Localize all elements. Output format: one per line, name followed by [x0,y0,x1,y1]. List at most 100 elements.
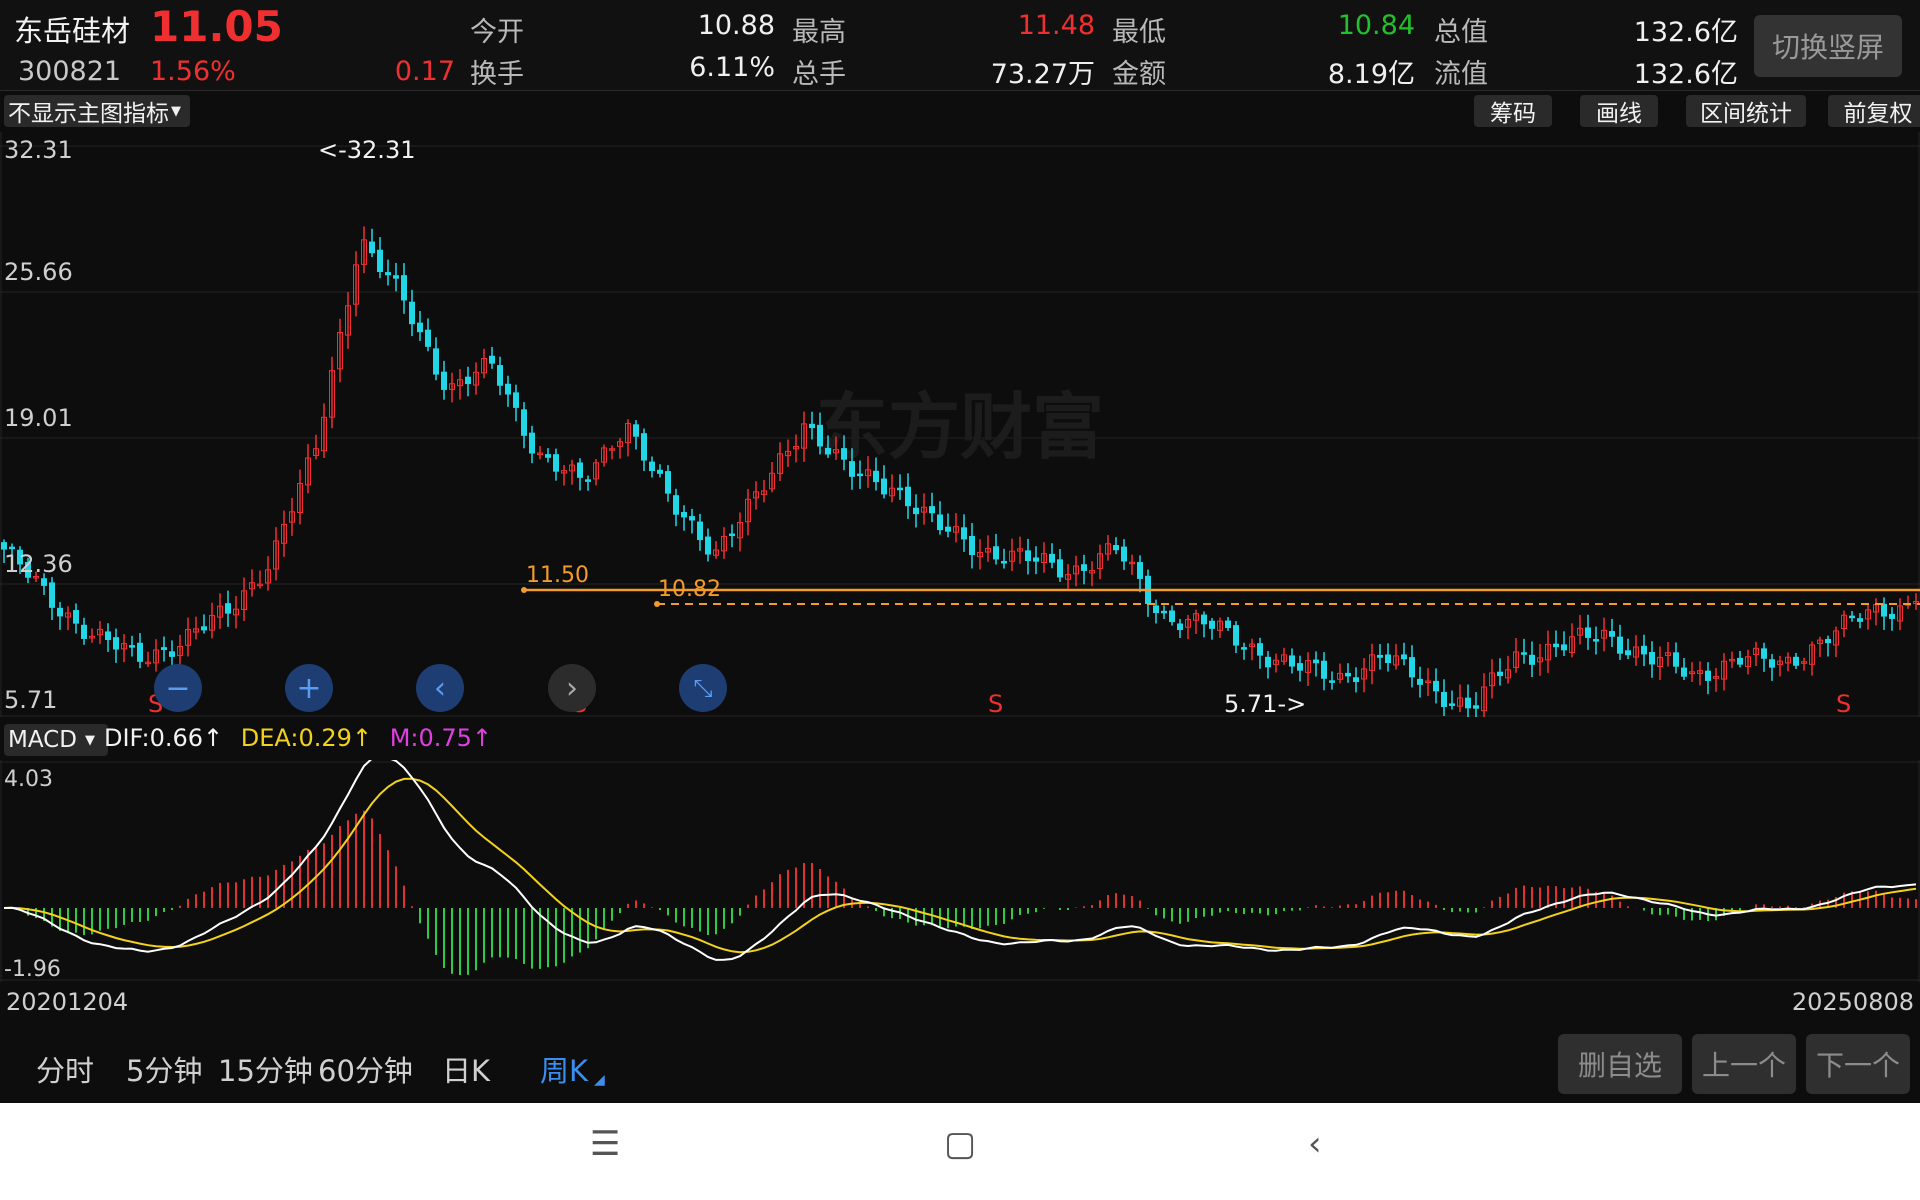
delete-watchlist-button[interactable]: 删自选 [1558,1034,1682,1094]
period-tab-15min[interactable]: 15分钟 [218,1048,313,1090]
candle-body [1673,652,1679,667]
candle-body [1737,657,1743,665]
chips-button[interactable]: 筹码 [1474,95,1552,127]
candle-body [433,348,439,375]
range-stats-button[interactable]: 区间统计 [1686,95,1806,127]
candle-body [81,624,87,639]
candle-body [521,409,527,436]
candle-body [1521,652,1527,655]
zoom-in-button[interactable]: + [285,664,333,712]
candle-body [41,578,47,586]
macd-y-top: 4.03 [4,767,53,792]
candle-body [1153,605,1159,614]
scroll-left-button[interactable]: ‹ [416,664,464,712]
adjust-button[interactable]: 前复权 [1828,95,1920,127]
corner-arrow-icon: ◢ [594,1072,605,1088]
candle-body [1641,645,1647,655]
candle-body [1889,613,1895,619]
candle-body [881,478,887,495]
candle-body [1169,610,1175,623]
candle-body [905,486,911,507]
period-tab-weekly[interactable]: 周K [540,1048,588,1090]
candle-body [841,448,847,460]
candle-body [1265,656,1271,668]
candle-body [57,607,63,617]
macd-y-bottom: -1.96 [4,957,61,982]
macd-grid [0,760,1920,982]
volume-value: 73.27万 [990,59,1095,90]
candle-body [1225,620,1231,628]
candle-body [1377,654,1383,658]
candle-body [425,329,431,347]
line-label-10-82: 10.82 [658,577,721,602]
switch-portrait-button[interactable]: 切换竖屏 [1754,15,1902,77]
scroll-right-button[interactable]: › [548,664,596,712]
menu-icon[interactable]: ☰ [590,1124,620,1164]
dea-line [3,777,1917,954]
market-cap-label: 总值 [1434,17,1488,48]
current-price: 11.05 [150,2,283,51]
candle-body [137,642,143,662]
candle-body [1849,615,1855,619]
dif-line [3,760,1917,961]
turnover-value: 6.11% [689,52,775,83]
watermark: 东方财富 [816,385,1104,469]
macd-chart[interactable]: 4.03 -1.96 [0,760,1920,982]
candle-body [1625,650,1631,656]
period-tab-5min[interactable]: 5分钟 [126,1048,202,1090]
candle-body [913,507,919,515]
main-indicator-select[interactable]: 不显示主图指标 ▼ [4,95,190,127]
candle-body [1793,656,1799,666]
candle-body [529,432,535,454]
candle-body [385,272,391,276]
zoom-out-button[interactable]: − [154,664,202,712]
start-date: 20201204 [6,988,129,1016]
high-label: 最高 [792,17,846,48]
candle-body [1681,667,1687,677]
m-value: M:0.75 [389,724,472,752]
previous-stock-button[interactable]: 上一个 [1692,1034,1796,1094]
fit-view-button[interactable]: ⤡ [679,664,727,712]
stock-code: 300821 [18,56,122,87]
candle-body [553,454,559,472]
change-percent: 1.56% [150,56,236,87]
period-tab-daily[interactable]: 日K [442,1048,490,1090]
candlestick-chart[interactable]: 东方财富 32.31 25.66 19.01 12.36 5.71 11.50 … [0,132,1920,717]
candle-body [649,461,655,472]
macd-histogram [11,810,1917,976]
candle-body [945,526,951,532]
candle-body [1433,680,1439,692]
candle-body [825,447,831,455]
up-arrow-icon: ↑ [351,724,373,752]
candle-body [1057,559,1063,578]
candle-body [1313,659,1319,664]
candle-body [897,487,903,491]
candle-body [465,376,471,385]
candle-body [993,546,999,560]
candle-body [225,603,231,614]
candle-body [665,471,671,494]
macd-select[interactable]: MACD ▼ [4,724,108,756]
signal-s-3: S [988,690,1003,717]
candle-body [1001,561,1007,564]
period-tab-60min[interactable]: 60分钟 [318,1048,413,1090]
draw-line-button[interactable]: 画线 [1580,95,1658,127]
next-stock-button[interactable]: 下一个 [1806,1034,1910,1094]
back-icon[interactable]: ‹ [1308,1124,1322,1164]
candle-body [817,424,823,447]
up-arrow-icon: ↑ [471,724,493,752]
candle-body [1345,672,1351,677]
candle-body [673,495,679,515]
candle-body [1761,648,1767,659]
candle-body [441,371,447,390]
home-icon[interactable]: ▢ [944,1124,976,1164]
candle-body [929,506,935,514]
candle-body [1201,614,1207,625]
period-tab-timeshare[interactable]: 分时 [36,1048,94,1090]
y-axis-labels: 32.31 25.66 19.01 12.36 5.71 [4,136,73,714]
candle-body [1049,553,1055,563]
macd-values: DIF:0.66↑ DEA:0.29↑ M:0.75↑ [104,724,492,762]
candle-body [201,626,207,631]
candle-body [1289,655,1295,667]
end-date: 20250808 [1791,988,1914,1016]
